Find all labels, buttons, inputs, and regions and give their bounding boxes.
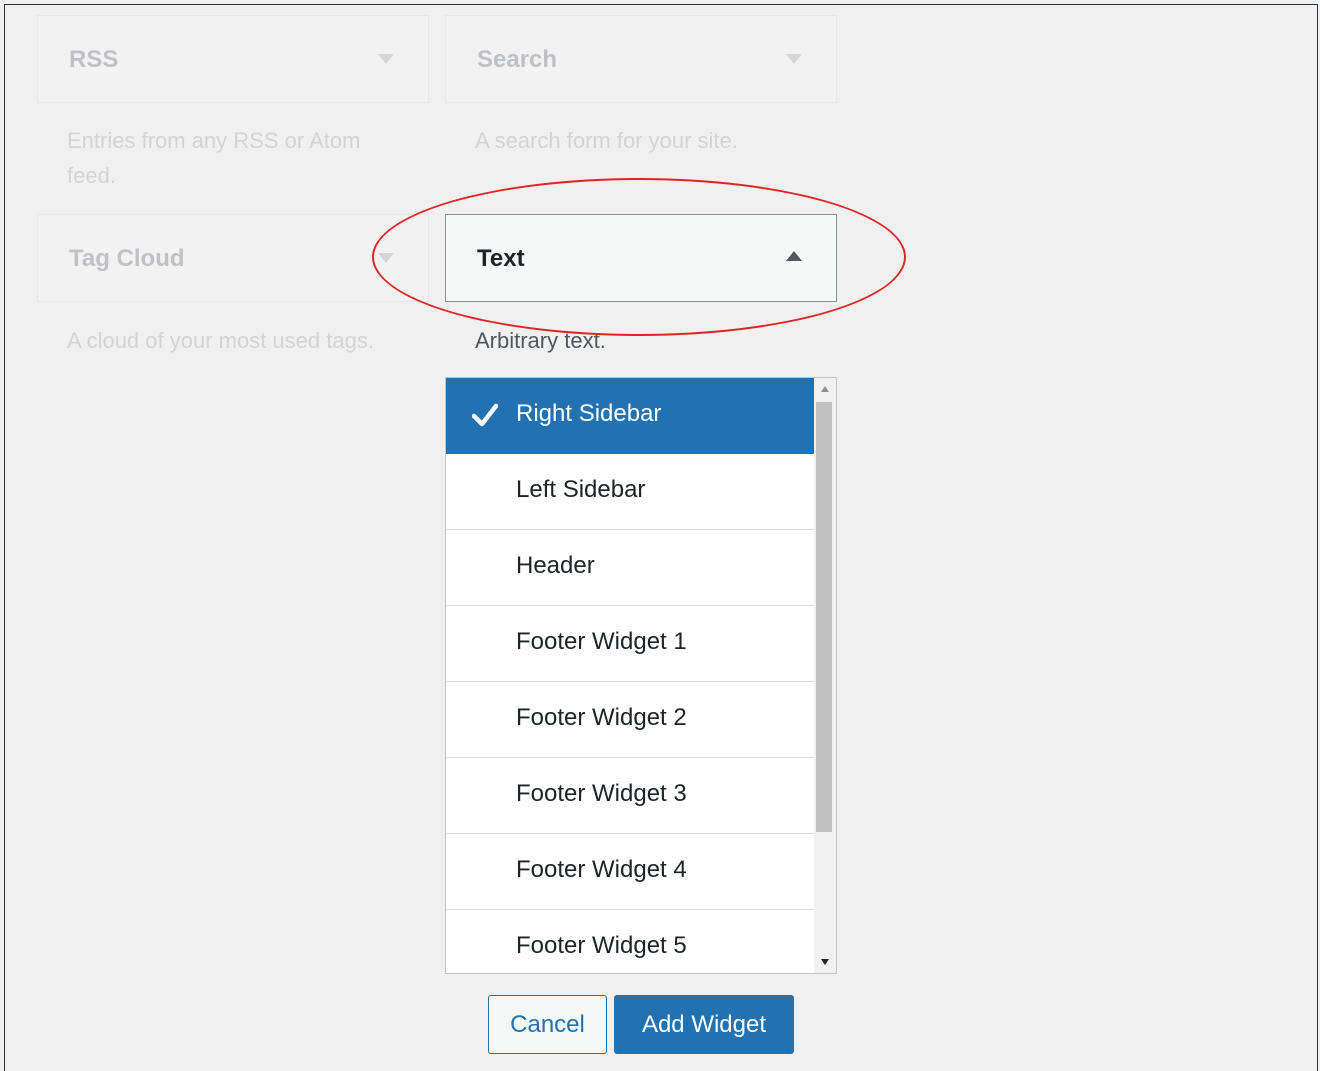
sidebar-option-left-sidebar[interactable]: Left Sidebar <box>446 454 814 530</box>
option-label: Header <box>516 552 595 579</box>
option-label: Footer Widget 1 <box>516 628 687 655</box>
widget-title: Tag Cloud <box>69 245 185 272</box>
sidebar-option-footer-widget-4[interactable]: Footer Widget 4 <box>446 834 814 910</box>
widget-description: Entries from any RSS or Atom feed. <box>67 128 361 188</box>
sidebar-option-header[interactable]: Header <box>446 530 814 606</box>
caret-down-icon <box>786 54 802 64</box>
add-widget-button[interactable]: Add Widget <box>614 995 794 1054</box>
caret-down-icon <box>378 54 394 64</box>
scrollbar[interactable] <box>814 378 836 973</box>
widget-description: A cloud of your most used tags. <box>67 328 374 353</box>
sidebar-option-footer-widget-3[interactable]: Footer Widget 3 <box>446 758 814 834</box>
scroll-down-arrow-icon[interactable] <box>821 959 829 965</box>
option-label: Footer Widget 3 <box>516 780 687 807</box>
scroll-up-arrow-icon[interactable] <box>821 386 829 392</box>
option-label: Footer Widget 2 <box>516 704 687 731</box>
cancel-button[interactable]: Cancel <box>488 995 607 1054</box>
option-label: Right Sidebar <box>516 400 662 427</box>
option-label: Left Sidebar <box>516 476 646 503</box>
scrollbar-thumb[interactable] <box>816 402 832 832</box>
highlight-ellipse <box>372 178 906 336</box>
option-label: Footer Widget 5 <box>516 932 687 959</box>
sidebar-options: Right Sidebar Left Sidebar Header Footer… <box>446 378 814 973</box>
widget-title: RSS <box>69 46 119 73</box>
widget-search[interactable]: Search <box>445 15 837 103</box>
sidebar-option-footer-widget-5[interactable]: Footer Widget 5 <box>446 910 814 973</box>
widget-title: Search <box>477 46 558 73</box>
widget-description: A search form for your site. <box>475 128 738 153</box>
option-label: Footer Widget 4 <box>516 856 687 883</box>
sidebar-option-right-sidebar[interactable]: Right Sidebar <box>446 378 814 454</box>
widget-tag-cloud[interactable]: Tag Cloud <box>37 214 429 302</box>
sidebar-chooser-list[interactable]: Right Sidebar Left Sidebar Header Footer… <box>445 377 837 974</box>
sidebar-option-footer-widget-1[interactable]: Footer Widget 1 <box>446 606 814 682</box>
widget-rss[interactable]: RSS <box>37 15 429 103</box>
checkmark-icon <box>472 403 498 427</box>
sidebar-option-footer-widget-2[interactable]: Footer Widget 2 <box>446 682 814 758</box>
